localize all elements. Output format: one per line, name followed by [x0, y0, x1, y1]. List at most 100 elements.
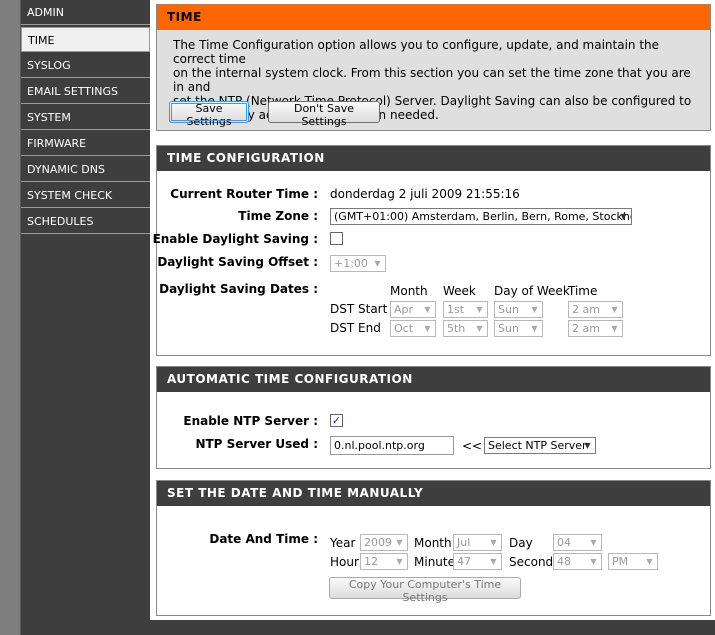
sidebar-item-dynamic-dns[interactable]: DYNAMIC DNS	[21, 157, 150, 182]
intro-line: on the internal system clock. From this …	[173, 66, 691, 94]
automatic-time-panel: AUTOMATIC TIME CONFIGURATION Enable NTP …	[156, 366, 711, 469]
hour-label: Hour	[330, 555, 359, 569]
chevron-down-icon: ▼	[396, 538, 403, 547]
dst-end-month: Oct	[394, 322, 414, 335]
year-label: Year	[330, 536, 356, 550]
sidebar-item-system-check[interactable]: SYSTEM CHECK	[21, 183, 150, 208]
chevron-down-icon: ▼	[584, 441, 591, 450]
sidebar-nav: ADMIN TIME SYSLOG EMAIL SETTINGS SYSTEM …	[21, 0, 150, 620]
chevron-down-icon: ▼	[374, 259, 381, 268]
manual-date-time-panel: SET THE DATE AND TIME MANUALLY Date And …	[156, 480, 711, 616]
save-settings-button[interactable]: Save Settings	[169, 101, 249, 128]
router-time-label: Current Router Time :	[170, 187, 318, 201]
chevron-down-icon: ▼	[611, 324, 618, 333]
minute-label: Minute	[414, 555, 455, 569]
chevron-down-icon: ▼	[424, 305, 431, 314]
sidebar-item-system[interactable]: SYSTEM	[21, 105, 150, 130]
ampm-select[interactable]: PM ▼	[608, 553, 658, 570]
chevron-down-icon: ▼	[424, 324, 431, 333]
year-value: 2009	[364, 536, 392, 549]
sidebar-item-syslog[interactable]: SYSLOG	[21, 53, 150, 78]
sidebar-item-admin[interactable]: ADMIN	[21, 0, 150, 25]
dst-start-month: Apr	[394, 303, 414, 316]
year-select[interactable]: 2009 ▼	[360, 534, 408, 551]
ntp-server-input[interactable]: 0.nl.pool.ntp.org	[330, 436, 454, 455]
time-zone-select[interactable]: (GMT+01:00) Amsterdam, Berlin, Bern, Rom…	[330, 208, 632, 225]
day-select[interactable]: 04 ▼	[553, 534, 602, 551]
ntp-server-used-label: NTP Server Used :	[195, 437, 318, 451]
date-and-time-label: Date And Time :	[209, 532, 318, 546]
dst-end-time-select[interactable]: 2 am ▼	[568, 320, 623, 337]
month-label: Month	[414, 536, 452, 550]
time-zone-label: Time Zone :	[238, 209, 318, 223]
daylight-saving-label: Enable Daylight Saving :	[152, 232, 318, 246]
dst-start-month-select[interactable]: Apr ▼	[390, 301, 436, 318]
dst-end-month-select[interactable]: Oct ▼	[390, 320, 436, 337]
sidebar-item-email-settings[interactable]: EMAIL SETTINGS	[21, 79, 150, 104]
dst-col-week: Week	[443, 284, 476, 298]
dst-end-dow-select[interactable]: Sun ▼	[494, 320, 543, 337]
ntp-server-select[interactable]: Select NTP Server ▼	[484, 437, 596, 454]
page-title: TIME	[157, 5, 710, 30]
dst-offset-label: Daylight Saving Offset :	[157, 255, 318, 269]
dst-end-week: 5th	[447, 322, 466, 335]
sidebar-item-firmware[interactable]: FIRMWARE	[21, 131, 150, 156]
minute-value: 47	[457, 555, 471, 568]
dst-end-time: 2 am	[572, 322, 600, 335]
chevron-down-icon: ▼	[476, 305, 483, 314]
time-configuration-title: TIME CONFIGURATION	[157, 146, 710, 171]
ntp-server-select-value: Select NTP Server	[488, 439, 587, 452]
day-label: Day	[509, 536, 533, 550]
second-label: Second	[509, 555, 554, 569]
day-value: 04	[557, 536, 571, 549]
dst-start-week-select[interactable]: 1st ▼	[443, 301, 488, 318]
dst-end-label: DST End	[330, 321, 381, 335]
dont-save-settings-button[interactable]: Don't Save Settings	[268, 101, 380, 128]
chevron-down-icon: ▼	[476, 324, 483, 333]
daylight-saving-checkbox[interactable]	[330, 232, 343, 245]
left-margin-strip	[0, 0, 21, 635]
chevron-down-icon: ▼	[490, 538, 497, 547]
dst-col-day-of-week: Day of Week	[494, 284, 570, 298]
dst-end-dow: Sun	[498, 322, 519, 335]
month-value: Jul	[457, 536, 471, 549]
minute-select[interactable]: 47 ▼	[453, 553, 502, 570]
footer-bar	[21, 620, 715, 635]
dst-end-week-select[interactable]: 5th ▼	[443, 320, 488, 337]
dst-dates-label: Daylight Saving Dates :	[159, 282, 318, 296]
dst-start-dow: Sun	[498, 303, 519, 316]
sidebar-item-schedules[interactable]: SCHEDULES	[21, 209, 150, 234]
dst-start-label: DST Start	[330, 302, 388, 316]
dst-start-dow-select[interactable]: Sun ▼	[494, 301, 543, 318]
enable-ntp-checkbox[interactable]: ✓	[330, 414, 343, 427]
chevron-down-icon: ▼	[611, 305, 618, 314]
chevron-down-icon: ▼	[531, 305, 538, 314]
chevron-down-icon: ▼	[590, 538, 597, 547]
chevron-down-icon: ▼	[590, 557, 597, 566]
automatic-time-title: AUTOMATIC TIME CONFIGURATION	[157, 367, 710, 392]
copy-computer-time-button[interactable]: Copy Your Computer's Time Settings	[329, 577, 521, 604]
hour-value: 12	[364, 555, 378, 568]
intro-line: automatically adjust the time when neede…	[173, 108, 439, 122]
month-select[interactable]: Jul ▼	[453, 534, 502, 551]
manual-date-time-title: SET THE DATE AND TIME MANUALLY	[157, 481, 710, 506]
chevron-down-icon: ▼	[396, 557, 403, 566]
time-zone-value: (GMT+01:00) Amsterdam, Berlin, Bern, Rom…	[334, 210, 632, 223]
hour-select[interactable]: 12 ▼	[360, 553, 408, 570]
sidebar-item-time[interactable]: TIME	[21, 27, 150, 52]
dst-col-month: Month	[390, 284, 428, 298]
intro-line: The Time Configuration option allows you…	[173, 38, 660, 66]
time-intro-panel: TIME The Time Configuration option allow…	[156, 4, 711, 131]
main-content: TIME The Time Configuration option allow…	[150, 0, 715, 620]
checkmark-icon: ✓	[331, 414, 342, 427]
dst-start-week: 1st	[447, 303, 465, 316]
ntp-copy-arrows: <<	[462, 439, 483, 453]
router-time-value: donderdag 2 juli 2009 21:55:16	[330, 187, 520, 201]
ampm-value: PM	[612, 555, 629, 568]
chevron-down-icon: ▼	[490, 557, 497, 566]
chevron-down-icon: ▼	[646, 557, 653, 566]
dst-col-time: Time	[568, 284, 598, 298]
dst-offset-select[interactable]: +1:00 ▼	[330, 255, 386, 272]
dst-start-time-select[interactable]: 2 am ▼	[568, 301, 623, 318]
second-select[interactable]: 48 ▼	[553, 553, 602, 570]
